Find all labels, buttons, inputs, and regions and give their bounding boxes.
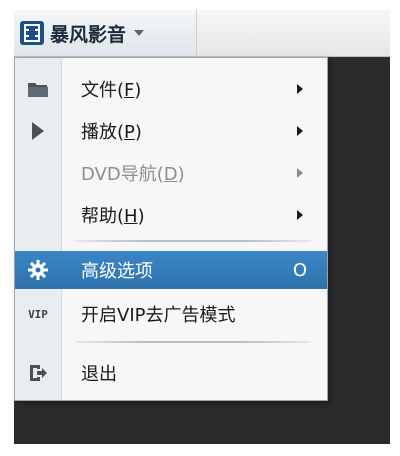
accelerator-key: P <box>124 122 135 143</box>
menu-item-dvd-navigation: DVD导航(D) <box>15 154 327 192</box>
menu-item-play[interactable]: 播放(P) <box>15 112 327 150</box>
app-dropdown-menu: 文件(F) 播放(P) DVD导航(D) 帮助(H) 高级选项 O VIP 开启… <box>14 57 328 401</box>
menu-item-exit[interactable]: 退出 <box>15 354 327 392</box>
submenu-arrow-icon <box>297 168 303 178</box>
menu-item-label: 播放( <box>81 122 125 143</box>
menu-item-vip-ad-free[interactable]: VIP 开启VIP去广告模式 <box>15 295 327 333</box>
accelerator-key: D <box>163 164 178 185</box>
menu-separator <box>75 240 311 242</box>
menu-item-label-tail: ) <box>137 206 145 227</box>
menu-item-label: 高级选项 <box>81 261 153 282</box>
folder-icon <box>15 70 61 108</box>
menu-item-label: 帮助( <box>81 206 125 227</box>
shortcut-key: O <box>292 259 307 281</box>
menu-item-help[interactable]: 帮助(H) <box>15 196 327 234</box>
exit-icon <box>15 354 61 392</box>
menu-item-label: 文件( <box>81 80 125 101</box>
menu-item-label-tail: ) <box>134 80 142 101</box>
menu-item-label: 退出 <box>81 364 117 385</box>
menu-item-advanced-options[interactable]: 高级选项 O <box>15 251 327 289</box>
menu-item-label-tail: ) <box>177 164 185 185</box>
app-menu-button[interactable]: 暴风影音 <box>14 10 197 56</box>
gear-icon <box>15 251 61 289</box>
app-name: 暴风影音 <box>50 23 127 46</box>
menu-item-label: DVD导航( <box>81 164 164 185</box>
submenu-arrow-icon <box>297 84 303 94</box>
play-icon <box>15 112 61 150</box>
menu-item-file[interactable]: 文件(F) <box>15 70 327 108</box>
chevron-down-icon <box>134 30 145 36</box>
accelerator-key: H <box>124 206 138 227</box>
menu-item-label: 开启VIP去广告模式 <box>81 305 236 326</box>
menu-separator <box>75 341 311 343</box>
accelerator-key: F <box>124 80 135 101</box>
vip-icon-text: VIP <box>28 307 48 321</box>
submenu-arrow-icon <box>297 126 303 136</box>
title-bar: 暴风影音 <box>14 10 390 57</box>
menu-item-label-tail: ) <box>134 122 142 143</box>
film-logo-icon <box>20 21 44 45</box>
submenu-arrow-icon <box>297 210 303 220</box>
vip-icon: VIP <box>15 295 61 333</box>
